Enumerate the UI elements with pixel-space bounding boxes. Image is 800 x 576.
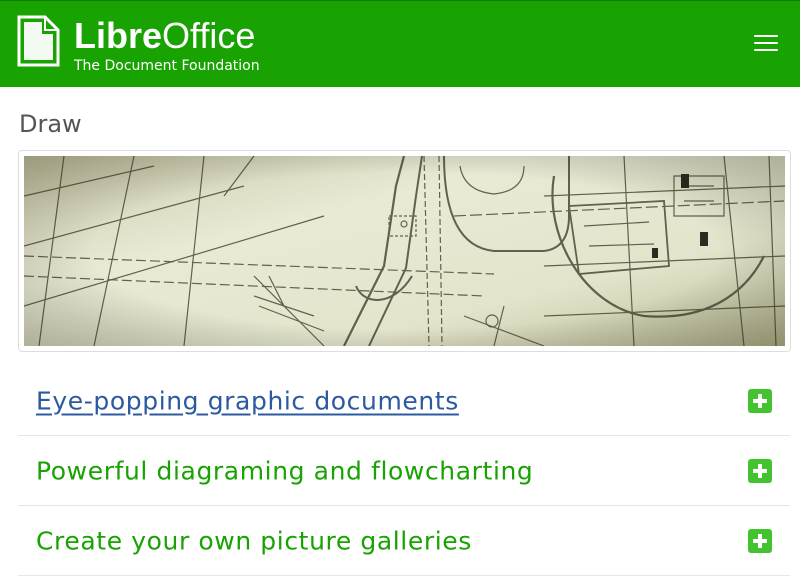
accordion-item-diagraming[interactable]: Powerful diagraming and flowcharting — [18, 436, 790, 506]
site-header: LibreOffice The Document Foundation — [0, 0, 800, 87]
accordion-title[interactable]: Powerful diagraming and flowcharting — [36, 456, 533, 485]
accordion-item-graphic-documents[interactable]: Eye-popping graphic documents — [18, 366, 790, 436]
menu-bar — [754, 42, 778, 44]
hamburger-menu-icon[interactable] — [752, 33, 780, 53]
plus-square-icon[interactable] — [748, 388, 772, 413]
brand-name: LibreOffice — [74, 15, 256, 56]
accordion-title-link[interactable]: Eye-popping graphic documents — [36, 386, 459, 415]
menu-bar — [754, 49, 778, 51]
technical-drawing-image — [24, 156, 785, 346]
plus-square-icon[interactable] — [748, 458, 772, 483]
brand-tagline: The Document Foundation — [74, 58, 260, 74]
accordion-title[interactable]: Create your own picture galleries — [36, 526, 472, 555]
menu-bar — [754, 35, 778, 37]
logo-text: LibreOffice The Document Foundation — [74, 15, 260, 75]
accordion-item-picture-galleries[interactable]: Create your own picture galleries — [18, 506, 790, 576]
libreoffice-logo[interactable]: LibreOffice The Document Foundation — [17, 15, 260, 74]
page-title: Draw — [19, 110, 82, 138]
hero-image — [18, 150, 791, 352]
plus-square-icon[interactable] — [748, 528, 772, 553]
document-logo-icon — [17, 15, 60, 67]
